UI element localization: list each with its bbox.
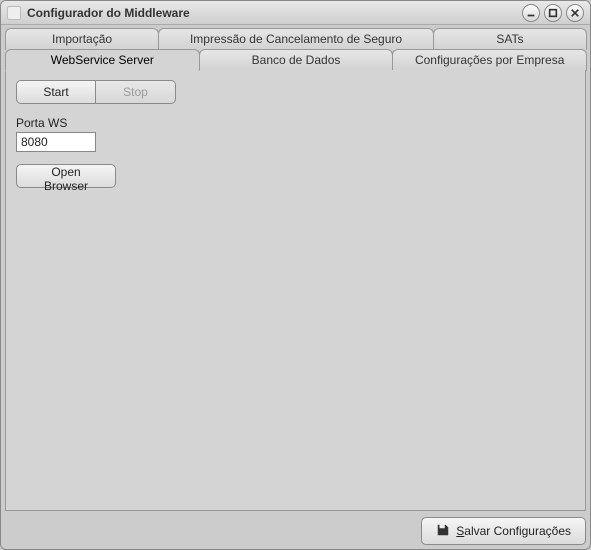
app-icon [7,6,21,20]
tab-impressao-cancelamento[interactable]: Impressão de Cancelamento de Seguro [158,28,434,50]
tab-importacao[interactable]: Importação [5,28,159,50]
save-config-label: Salvar Configurações [456,524,571,538]
footer: Salvar Configurações [5,511,586,545]
maximize-button[interactable] [544,4,562,22]
minimize-icon [526,8,536,18]
tab-label: WebService Server [51,53,154,67]
start-button[interactable]: Start [16,80,96,104]
minimize-button[interactable] [522,4,540,22]
save-icon [436,523,450,540]
content-area: Importação Impressão de Cancelamento de … [1,25,590,549]
tab-banco-de-dados[interactable]: Banco de Dados [199,49,394,71]
port-ws-label: Porta WS [16,116,575,130]
titlebar-left: Configurador do Middleware [7,6,190,20]
tabs-area: Importação Impressão de Cancelamento de … [5,28,586,511]
close-button[interactable] [566,4,584,22]
tab-label: Impressão de Cancelamento de Seguro [190,32,402,46]
tab-label: Banco de Dados [252,53,341,67]
tab-webservice-server[interactable]: WebService Server [5,49,200,71]
tab-row-1: Importação Impressão de Cancelamento de … [5,28,586,50]
tab-sats[interactable]: SATs [433,28,587,50]
tab-row-2: WebService Server Banco de Dados Configu… [5,49,586,71]
tab-configuracoes-por-empresa[interactable]: Configurações por Empresa [392,49,587,71]
maximize-icon [548,8,558,18]
titlebar: Configurador do Middleware [1,1,590,25]
port-ws-input[interactable] [16,132,96,152]
start-stop-group: Start Stop [16,80,575,104]
app-window: Configurador do Middleware Importação Im… [0,0,591,550]
window-buttons [522,4,584,22]
tab-label: Importação [52,32,112,46]
stop-button: Stop [96,80,176,104]
close-icon [570,8,580,18]
save-config-button[interactable]: Salvar Configurações [421,517,586,545]
window-title: Configurador do Middleware [27,6,190,20]
tab-panel-webservice: Start Stop Porta WS Open Browser [5,70,586,511]
tab-label: Configurações por Empresa [415,53,564,67]
open-browser-button[interactable]: Open Browser [16,164,116,188]
save-label-rest: alvar Configurações [464,524,571,538]
tab-label: SATs [496,32,523,46]
